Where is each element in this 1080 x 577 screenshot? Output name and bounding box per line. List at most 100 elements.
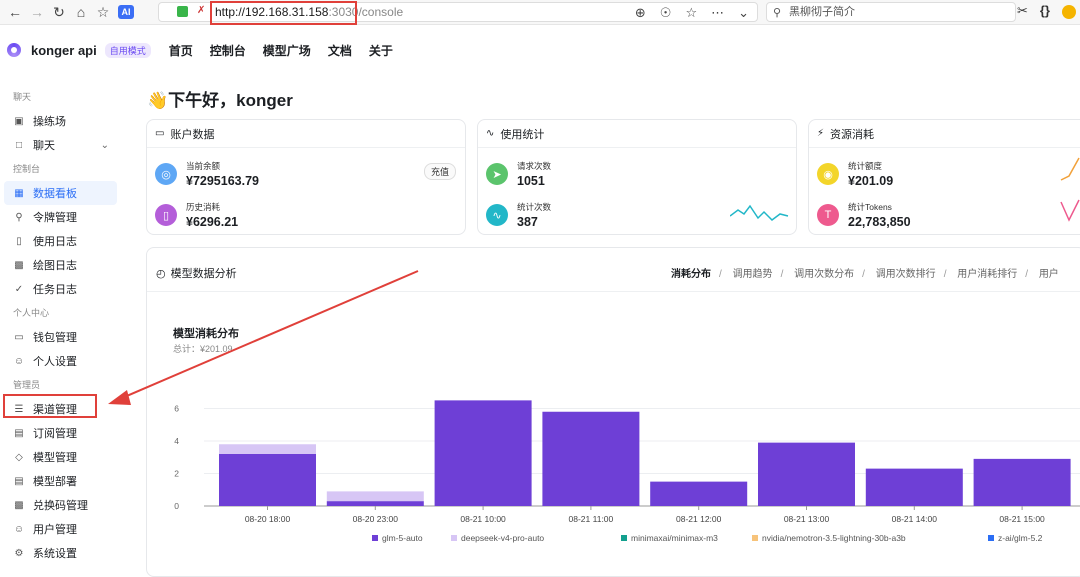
task-icon: ✓ [14, 283, 24, 295]
balance-icon: ◎ [155, 163, 177, 185]
top-navigation: konger api 自用模式 首页 控制台 模型广场 文档 关于 [0, 25, 1080, 75]
bar-segment [326, 501, 424, 506]
bar-segment [650, 481, 748, 506]
favorites-icon[interactable]: ☆ [92, 1, 114, 23]
page-title: 👋下午好，konger [147, 91, 293, 110]
sidebar-group-personal: 个人中心 [13, 308, 50, 318]
home-icon[interactable]: ⌂ [70, 1, 92, 23]
bookmark-icon[interactable]: ☆ [685, 5, 697, 21]
bar-segment [434, 400, 532, 506]
menu-model-market[interactable]: 模型广场 [263, 42, 311, 59]
cube-icon: ◇ [15, 451, 23, 463]
extension-icon[interactable]: ☉ [660, 5, 672, 21]
sidebar: 聊天 ▣ 操练场 □ 聊天 ⌄ 控制台 ▦ 数据看板 ⚲ 令牌管理 ▯ 使用日志 ▩ 绘图日志… [0, 85, 125, 565]
scissors-icon[interactable]: ✂ [1017, 3, 1028, 19]
bar-segment [219, 444, 316, 454]
x-tick-label: 08-21 11:00 [569, 514, 614, 524]
resources-card: ⚡ 资源消耗 ◉ 统计额度 ¥201.09 T 统计Tokens 22,783,850 [808, 119, 1080, 235]
bar-segment [219, 454, 316, 506]
url-annotation-box [210, 1, 357, 25]
sidebar-item-subscriptions[interactable]: ▤ 订阅管理 [0, 421, 125, 445]
sidebar-item-settings-personal[interactable]: ☺ 个人设置 [0, 349, 125, 373]
sidebar-item-deploy[interactable]: ▤ 模型部署 [0, 469, 125, 493]
sidebar-item-redeem[interactable]: ▩ 兑换码管理 [0, 493, 125, 517]
dashboard-icon: ▦ [14, 187, 24, 199]
sidebar-group-chat: 聊天 [13, 92, 32, 102]
server-icon: ▤ [14, 475, 24, 487]
x-tick-label: 08-20 18:00 [245, 514, 291, 524]
balance-value: ¥7295163.79 [186, 174, 259, 188]
forward-icon[interactable]: → [26, 1, 48, 23]
bar-segment [865, 468, 963, 506]
consumption-chart: 0 2 4 6 08-20 18:00 08-20 23:00 08-21 10:00 08-… [174, 400, 1080, 543]
user-icon: ☺ [13, 523, 25, 535]
sidebar-item-system[interactable]: ⚙ 系统设置 [0, 541, 125, 565]
account-card-title: 账户数据 [170, 128, 215, 141]
x-tick-label: 08-21 12:00 [676, 514, 722, 524]
sidebar-item-playground[interactable]: ▣ 操练场 [0, 109, 125, 133]
menu-docs[interactable]: 文档 [328, 42, 352, 59]
quota-value: ¥201.09 [848, 174, 894, 188]
sidebar-item-models[interactable]: ◇ 模型管理 [0, 445, 125, 469]
sidebar-group-console: 控制台 [13, 164, 41, 174]
y-tick-label: 0 [174, 501, 179, 511]
account-card: ▭ 账户数据 ◎ 当前余额 ¥7295163.79 ▯ 历史消耗 ¥6296.21 充… [146, 119, 466, 235]
search-icon: ⚲ [773, 7, 782, 19]
sidebar-item-task-log[interactable]: ✓ 任务日志 [0, 277, 125, 301]
sidebar-item-dashboard[interactable]: ▦ 数据看板 [4, 181, 117, 205]
legend-label: deepseek-v4-pro-auto [461, 533, 544, 543]
browser-toolbar: ← → ↻ ⌂ ☆ AI ✗ http://192.168.31.158:303… [0, 0, 1080, 25]
legend-label: minimaxai/minimax-m3 [631, 533, 718, 543]
ai-icon[interactable]: AI [118, 5, 134, 19]
legend-swatch [752, 535, 758, 541]
pulse-icon: ∿ [486, 128, 495, 139]
playground-icon: ▣ [14, 115, 24, 127]
braces-icon[interactable]: {} [1040, 3, 1050, 19]
balance-label: 当前余额 [186, 161, 221, 171]
send-icon: ➤ [486, 163, 508, 185]
y-tick-label: 4 [174, 436, 179, 446]
y-tick-label: 2 [174, 469, 179, 479]
menu-about[interactable]: 关于 [369, 42, 393, 59]
bar-segment [758, 442, 855, 506]
menu-home[interactable]: 首页 [169, 42, 193, 59]
sidebar-item-usage-log[interactable]: ▯ 使用日志 [0, 229, 125, 253]
x-tick-label: 08-21 10:00 [460, 514, 506, 524]
bar-segment [973, 458, 1071, 506]
channel-annotation-box [3, 394, 97, 418]
sidebar-item-chat[interactable]: □ 聊天 ⌄ [0, 133, 125, 157]
zoom-icon[interactable]: ⊕ [635, 5, 646, 21]
browser-search[interactable]: ⚲ 黑柳彻子简介 [766, 2, 1016, 22]
logo-icon [7, 43, 21, 57]
profile-icon[interactable] [1062, 5, 1076, 19]
main-menu: 首页 控制台 模型广场 文档 关于 [169, 42, 393, 59]
bar-icon: ▯ [16, 235, 22, 247]
recharge-button[interactable]: 充值 [423, 163, 456, 180]
sidebar-item-tokens[interactable]: ⚲ 令牌管理 [0, 205, 125, 229]
chevron-down-icon[interactable]: ⌄ [738, 5, 749, 21]
legend-label: glm-5-auto [382, 533, 423, 543]
usage-card-title: 使用统计 [500, 128, 545, 141]
back-icon[interactable]: ← [4, 1, 26, 23]
usage-sparkline [730, 204, 789, 221]
image-icon: ▩ [14, 259, 24, 271]
legend-swatch [621, 535, 627, 541]
reload-icon[interactable]: ↻ [48, 1, 70, 23]
sidebar-item-draw-log[interactable]: ▩ 绘图日志 [0, 253, 125, 277]
count-value: 387 [517, 215, 538, 229]
mode-badge: 自用模式 [104, 42, 151, 58]
x-tick-label: 08-20 23:00 [353, 514, 399, 524]
sidebar-item-users[interactable]: ☺ 用户管理 [0, 517, 125, 541]
coin-icon: ◉ [817, 163, 839, 185]
brand-name[interactable]: konger api [31, 43, 97, 58]
sidebar-item-wallet[interactable]: ▭ 钱包管理 [0, 325, 125, 349]
x-tick-label: 08-21 13:00 [784, 514, 830, 524]
wallet-icon: ▭ [155, 128, 165, 139]
calendar-icon: ▤ [14, 427, 24, 439]
gear-icon: ⚙ [14, 547, 24, 559]
gift-icon: ▩ [14, 499, 24, 511]
count-label: 统计次数 [517, 202, 552, 212]
more-icon[interactable]: ⋯ [711, 5, 724, 21]
x-tick-label: 08-21 14:00 [892, 514, 938, 524]
menu-console[interactable]: 控制台 [210, 42, 246, 59]
